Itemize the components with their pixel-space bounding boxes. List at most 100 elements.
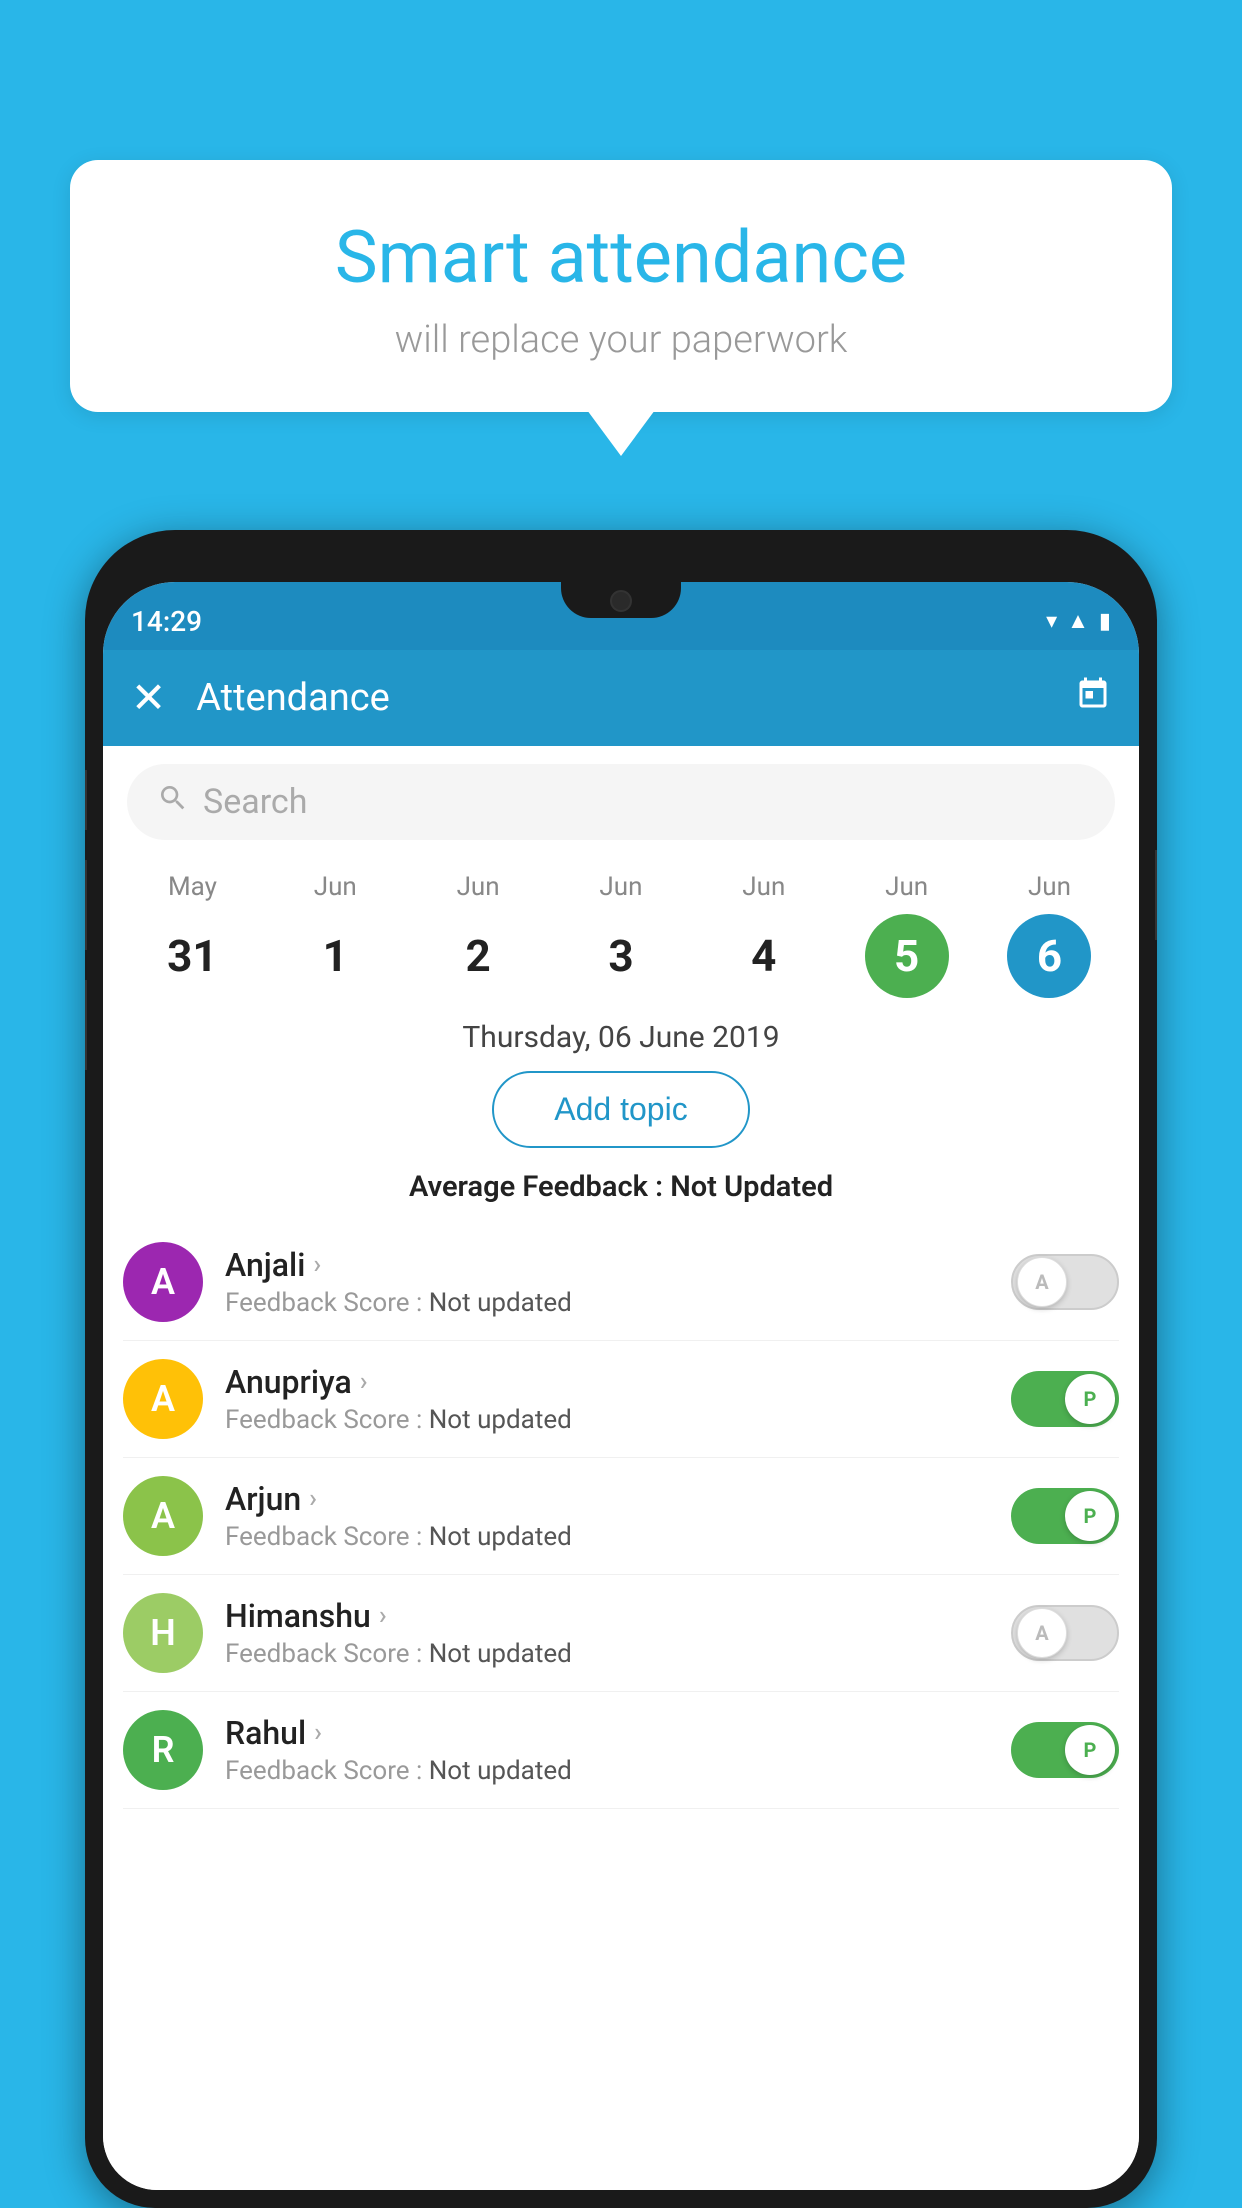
student-info: Himanshu › Feedback Score : Not updated (225, 1597, 989, 1669)
student-name: Rahul › (225, 1714, 989, 1752)
feedback-value: Not updated (429, 1756, 572, 1786)
student-feedback: Feedback Score : Not updated (225, 1639, 989, 1669)
cal-date-num: 3 (579, 914, 663, 998)
cal-month-label: Jun (1028, 872, 1071, 902)
calendar-day-2[interactable]: Jun 2 (436, 872, 520, 998)
feedback-value: Not updated (429, 1405, 572, 1435)
student-name: Anjali › (225, 1246, 989, 1284)
student-feedback: Feedback Score : Not updated (225, 1288, 989, 1318)
toggle-switch[interactable]: P (1011, 1371, 1119, 1427)
calendar-day-4[interactable]: Jun 4 (722, 872, 806, 998)
student-list: AAnjali ›Feedback Score : Not updatedAAA… (103, 1224, 1139, 1809)
bubble-subtitle: will replace your paperwork (130, 318, 1112, 362)
phone-frame: 14:29 ▾ ▲ ▮ ✕ Attendance (85, 530, 1157, 2208)
toggle-knob: A (1017, 1608, 1067, 1658)
student-info: Rahul › Feedback Score : Not updated (225, 1714, 989, 1786)
chevron-right-icon: › (379, 1601, 387, 1631)
student-avatar: A (123, 1242, 203, 1322)
app-title: Attendance (196, 676, 1075, 720)
cal-month-label: May (168, 872, 217, 902)
battery-icon: ▮ (1099, 609, 1111, 634)
calendar-icon[interactable] (1075, 676, 1111, 721)
cal-month-label: Jun (742, 872, 785, 902)
toggle-knob: A (1017, 1257, 1067, 1307)
speech-bubble: Smart attendance will replace your paper… (70, 160, 1172, 412)
search-placeholder: Search (203, 782, 307, 822)
student-avatar: R (123, 1710, 203, 1790)
side-button-left-1 (85, 770, 87, 830)
chevron-right-icon: › (360, 1367, 368, 1397)
status-icons: ▾ ▲ ▮ (1046, 598, 1111, 634)
chevron-right-icon: › (313, 1250, 321, 1280)
toggle-knob: P (1065, 1374, 1115, 1424)
toggle-switch[interactable]: A (1011, 1254, 1119, 1310)
student-item[interactable]: A Anupriya › Feedback Score : Not updated P (123, 1341, 1119, 1458)
search-bar[interactable]: Search (127, 764, 1115, 840)
student-item[interactable]: A Arjun › Feedback Score : Not updated P (123, 1458, 1119, 1575)
phone-notch (561, 582, 681, 618)
selected-date-label: Thursday, 06 June 2019 (103, 998, 1139, 1071)
signal-icon: ▲ (1067, 608, 1089, 634)
toggle-knob: P (1065, 1491, 1115, 1541)
phone-camera (610, 590, 632, 612)
student-name: Himanshu › (225, 1597, 989, 1635)
avg-feedback-label: Average Feedback : (409, 1170, 663, 1204)
attendance-toggle[interactable]: A (1011, 1605, 1119, 1661)
student-info: Anupriya › Feedback Score : Not updated (225, 1363, 989, 1435)
side-button-left-3 (85, 980, 87, 1070)
status-time: 14:29 (131, 595, 202, 638)
cal-date-num: 5 (865, 914, 949, 998)
wifi-icon: ▾ (1046, 609, 1057, 634)
toggle-switch[interactable]: P (1011, 1722, 1119, 1778)
student-feedback: Feedback Score : Not updated (225, 1405, 989, 1435)
student-avatar: A (123, 1359, 203, 1439)
cal-date-num: 4 (722, 914, 806, 998)
cal-date-num: 2 (436, 914, 520, 998)
search-icon (157, 782, 189, 822)
student-avatar: A (123, 1476, 203, 1556)
attendance-toggle[interactable]: P (1011, 1371, 1119, 1427)
cal-date-num: 6 (1007, 914, 1091, 998)
content-area: Search May31 Jun 1 Jun 2 Jun 3 Jun 4 Jun 5 Jun 6 Thu… (103, 746, 1139, 2190)
student-name: Anupriya › (225, 1363, 989, 1401)
attendance-toggle[interactable]: A (1011, 1254, 1119, 1310)
feedback-value: Not updated (429, 1522, 572, 1552)
calendar-day-6[interactable]: Jun 6 (1007, 872, 1091, 998)
calendar-day-5[interactable]: Jun 5 (865, 872, 949, 998)
toggle-switch[interactable]: A (1011, 1605, 1119, 1661)
close-button[interactable]: ✕ (131, 673, 196, 723)
student-info: Anjali › Feedback Score : Not updated (225, 1246, 989, 1318)
cal-date-num: 1 (293, 914, 377, 998)
feedback-value: Not updated (429, 1639, 572, 1669)
attendance-toggle[interactable]: P (1011, 1722, 1119, 1778)
toggle-switch[interactable]: P (1011, 1488, 1119, 1544)
student-item[interactable]: R Rahul › Feedback Score : Not updated P (123, 1692, 1119, 1809)
calendar-day-3[interactable]: Jun 3 (579, 872, 663, 998)
calendar-day-31[interactable]: May31 (150, 872, 234, 998)
cal-month-label: Jun (314, 872, 357, 902)
cal-month-label: Jun (885, 872, 928, 902)
student-name: Arjun › (225, 1480, 989, 1518)
feedback-value: Not updated (429, 1288, 572, 1318)
cal-month-label: Jun (457, 872, 500, 902)
chevron-right-icon: › (314, 1718, 322, 1748)
student-feedback: Feedback Score : Not updated (225, 1756, 989, 1786)
avg-feedback: Average Feedback : Not Updated (103, 1170, 1139, 1204)
student-avatar: H (123, 1593, 203, 1673)
app-bar: ✕ Attendance (103, 650, 1139, 746)
bubble-title: Smart attendance (130, 215, 1112, 300)
add-topic-button[interactable]: Add topic (492, 1071, 749, 1148)
toggle-knob: P (1065, 1725, 1115, 1775)
attendance-toggle[interactable]: P (1011, 1488, 1119, 1544)
chevron-right-icon: › (309, 1484, 317, 1514)
student-item[interactable]: A Anjali › Feedback Score : Not updated A (123, 1224, 1119, 1341)
student-feedback: Feedback Score : Not updated (225, 1522, 989, 1552)
side-button-left-2 (85, 860, 87, 950)
cal-month-label: Jun (599, 872, 642, 902)
phone-screen: 14:29 ▾ ▲ ▮ ✕ Attendance (103, 582, 1139, 2190)
student-item[interactable]: H Himanshu › Feedback Score : Not updated A (123, 1575, 1119, 1692)
side-button-right (1155, 850, 1157, 940)
avg-feedback-value: Not Updated (670, 1170, 833, 1204)
student-info: Arjun › Feedback Score : Not updated (225, 1480, 989, 1552)
calendar-day-1[interactable]: Jun 1 (293, 872, 377, 998)
